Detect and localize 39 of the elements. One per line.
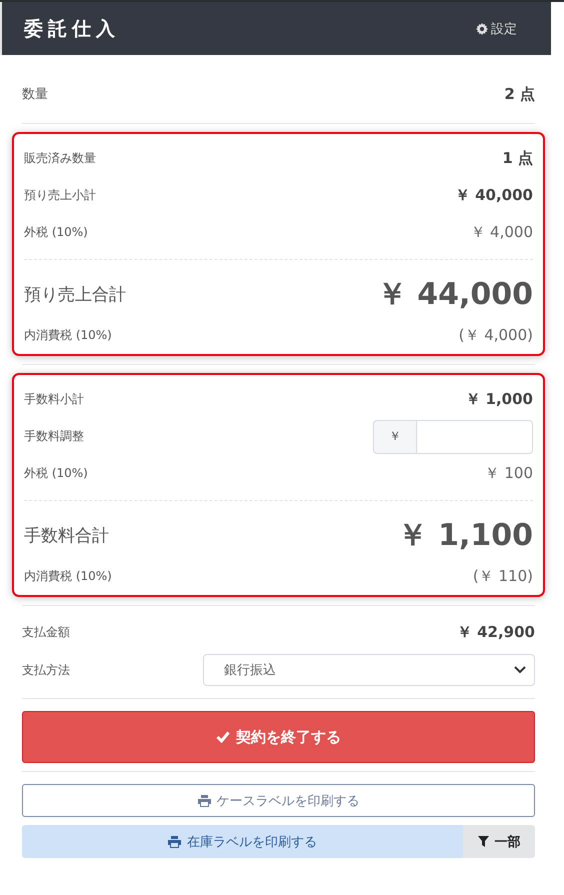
tax-value: (￥ 4,000) <box>458 326 533 344</box>
row-label: 外税 (10%) <box>24 224 88 241</box>
settings-icon <box>476 22 488 34</box>
quantity-value: 2 点 <box>504 85 535 104</box>
total-label: 預り売上合計 <box>24 284 126 306</box>
filter-button[interactable]: 一部 <box>463 825 535 858</box>
row-label: 預り売上小計 <box>24 187 96 204</box>
currency-prefix: ￥ <box>373 420 417 454</box>
printer-icon <box>198 794 210 806</box>
tax-value: (￥ 110) <box>472 566 533 586</box>
finish-contract-button[interactable]: 契約を終了する <box>22 711 535 763</box>
filter-icon <box>478 836 488 847</box>
row-label: 外税 (10%) <box>24 465 88 482</box>
amount-label: 支払金額 <box>22 624 70 640</box>
check-icon <box>216 731 230 743</box>
row-label: 手数料調整 <box>24 428 84 445</box>
printer-icon <box>168 836 181 848</box>
page-title: 委託仕入 <box>24 16 120 42</box>
row-label: 販売済み数量 <box>24 150 96 167</box>
tax-label: 内消費税 (10%) <box>24 568 112 584</box>
row-value: ￥ 100 <box>484 464 533 483</box>
payment-method-select[interactable]: 銀行振込 <box>203 654 535 686</box>
amount-value: ￥ 42,900 <box>456 622 535 642</box>
print-case-label-button[interactable]: ケースラベルを印刷する <box>22 784 535 817</box>
row-value: ￥ 40,000 <box>454 186 533 205</box>
quantity-label: 数量 <box>22 86 48 103</box>
chevron-down-icon <box>514 666 526 674</box>
total-value: ￥ 44,000 <box>376 276 533 314</box>
print-stock-label-button[interactable]: 在庫ラベルを印刷する <box>22 825 463 858</box>
amount-field[interactable] <box>417 420 533 454</box>
method-label: 支払方法 <box>22 662 70 678</box>
row-value: ￥ 4,000 <box>470 223 533 242</box>
tax-label: 内消費税 (10%) <box>24 326 112 344</box>
total-label: 手数料合計 <box>24 524 109 546</box>
total-value: ￥ 1,100 <box>398 516 533 554</box>
row-label: 手数料小計 <box>24 391 84 408</box>
settings-link[interactable]: 設定 <box>476 20 517 38</box>
row-value: ￥ 1,000 <box>465 390 533 409</box>
row-value: 1 点 <box>502 149 533 168</box>
